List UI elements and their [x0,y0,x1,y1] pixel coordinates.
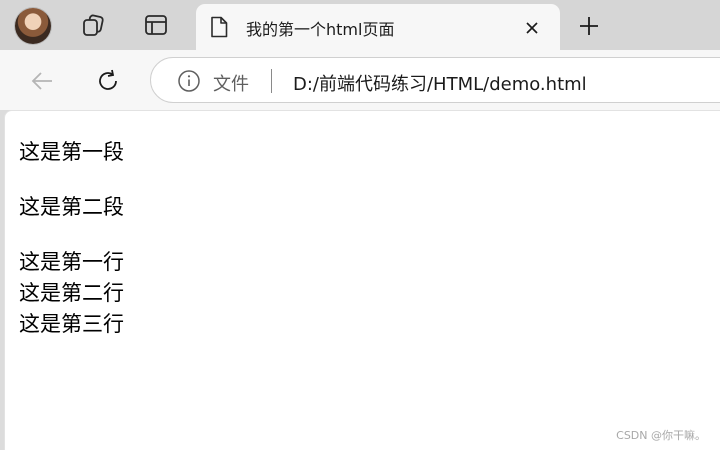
toolbar: 文件 D:/前端代码练习/HTML/demo.html [0,50,720,110]
back-arrow-icon [31,72,52,90]
close-icon [526,22,538,34]
paragraph-1: 这是第一段 [19,140,124,164]
address-separator [271,69,272,93]
line-2: 这是第二行 [19,281,124,305]
info-icon[interactable] [177,69,201,93]
refresh-button[interactable] [92,65,124,97]
watermark: CSDN @你干嘛。 [616,429,706,442]
page-icon [211,16,228,38]
new-tab-button[interactable] [574,11,604,41]
paragraph-2: 这是第二段 [19,195,124,219]
line-3: 这是第三行 [19,312,124,336]
workspaces-icon [83,14,104,36]
line-block: 这是第一行 这是第二行 这是第三行 [19,247,124,340]
address-bar[interactable]: 文件 D:/前端代码练习/HTML/demo.html [150,57,720,103]
refresh-icon [99,69,117,90]
profile-avatar[interactable] [15,8,51,44]
tab-title: 我的第一个html页面 [246,20,395,39]
tab-strip: 我的第一个html页面 [0,0,720,50]
site-info-label[interactable]: 文件 [213,70,249,96]
tab-active[interactable]: 我的第一个html页面 [196,4,560,50]
browser-window: 我的第一个html页面 文件 D:/前端代码练习/HTML/demo.html … [0,0,720,450]
url-text[interactable]: D:/前端代码练习/HTML/demo.html [293,70,587,96]
tab-actions-icon [145,15,167,35]
plus-icon [580,17,598,35]
line-1: 这是第一行 [19,250,124,274]
workspaces-button[interactable] [78,10,108,40]
close-tab-button[interactable] [518,14,546,42]
tab-actions-button[interactable] [141,10,171,40]
back-button[interactable] [26,65,58,97]
page-content: 这是第一段 这是第二段 这是第一行 这是第二行 这是第三行 CSDN @你干嘛。 [4,110,720,450]
